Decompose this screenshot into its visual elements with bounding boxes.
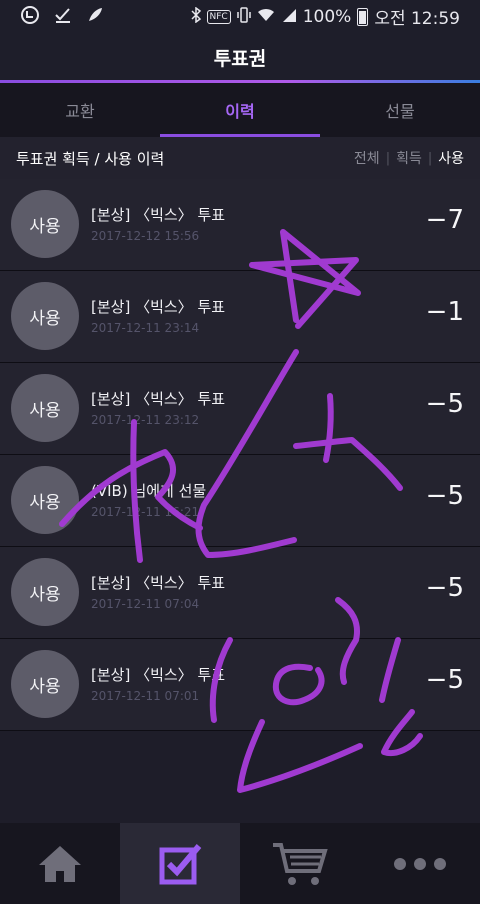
section-title: 투표권 획득 / 사용 이력: [16, 149, 165, 168]
list-item[interactable]: 사용 [본상] 〈빅스〉 투표 2017-12-11 07:01 −5: [0, 639, 480, 731]
nav-more[interactable]: [360, 823, 480, 904]
clock: 오전 12:59: [374, 9, 460, 29]
item-date: 2017-12-12 15:56: [91, 229, 200, 243]
item-date: 2017-12-11 07:04: [91, 597, 200, 611]
usage-badge: 사용: [11, 466, 79, 534]
item-date: 2017-12-11 23:14: [91, 321, 200, 335]
battery-percent: 100%: [302, 6, 352, 27]
list-item[interactable]: 사용 (VIB) 님에게 선물 2017-12-11 16:21 −5: [0, 455, 480, 547]
item-amount: −1: [425, 297, 464, 327]
nav-history[interactable]: [120, 823, 240, 904]
item-amount: −5: [425, 481, 464, 511]
item-title: [본상] 〈빅스〉 투표: [91, 390, 226, 408]
filter-all[interactable]: 전체: [348, 148, 386, 168]
tab-exchange[interactable]: 교환: [0, 83, 160, 137]
item-date: 2017-12-11 16:21: [91, 505, 200, 519]
list-item[interactable]: 사용 [본상] 〈빅스〉 투표 2017-12-12 15:56 −7: [0, 179, 480, 271]
item-title: [본상] 〈빅스〉 투표: [91, 666, 226, 684]
filter-options: 전체 | 획득 | 사용: [348, 148, 480, 168]
check-notification-icon: [54, 7, 72, 27]
cart-icon: [273, 842, 328, 885]
filter-bar: 투표권 획득 / 사용 이력 전체 | 획득 | 사용: [0, 137, 480, 180]
nfc-icon: NFC: [206, 9, 231, 24]
nav-shop[interactable]: [240, 823, 360, 904]
usage-badge: 사용: [11, 558, 79, 626]
tab-gift[interactable]: 선물: [320, 83, 480, 137]
list-item[interactable]: 사용 [본상] 〈빅스〉 투표 2017-12-11 23:12 −5: [0, 363, 480, 455]
item-amount: −5: [425, 665, 464, 695]
item-title: [본상] 〈빅스〉 투표: [91, 574, 226, 592]
item-amount: −5: [425, 389, 464, 419]
item-title: [본상] 〈빅스〉 투표: [91, 298, 226, 316]
bluetooth-icon: [190, 6, 201, 27]
usage-badge: 사용: [11, 282, 79, 350]
fish-notification-icon: [86, 6, 104, 28]
signal-icon: [281, 7, 297, 26]
vibrate-icon: [236, 6, 251, 27]
item-amount: −7: [425, 205, 464, 235]
nav-home[interactable]: [0, 823, 120, 904]
tab-bar: 교환 이력 선물: [0, 83, 480, 137]
item-title: [본상] 〈빅스〉 투표: [91, 206, 226, 224]
usage-badge: 사용: [11, 650, 79, 718]
checklist-icon: [159, 843, 202, 884]
list-item[interactable]: 사용 [본상] 〈빅스〉 투표 2017-12-11 23:14 −1: [0, 271, 480, 363]
item-date: 2017-12-11 23:12: [91, 413, 200, 427]
more-icon: [394, 857, 446, 870]
history-list: 사용 [본상] 〈빅스〉 투표 2017-12-12 15:56 −7 사용 […: [0, 179, 480, 731]
list-empty-area: [0, 731, 480, 823]
wifi-icon: [257, 7, 275, 26]
tab-history[interactable]: 이력: [160, 83, 320, 137]
status-left: [0, 5, 104, 28]
home-icon: [39, 845, 81, 882]
status-bar: NFC 100% 오전 12:59: [0, 0, 480, 33]
app-notification-icon: [20, 5, 40, 28]
filter-acquired[interactable]: 획득: [390, 148, 428, 168]
usage-badge: 사용: [11, 374, 79, 442]
usage-badge: 사용: [11, 190, 79, 258]
filter-used[interactable]: 사용: [432, 148, 470, 168]
item-date: 2017-12-11 07:01: [91, 689, 200, 703]
page-title: 투표권: [213, 48, 267, 70]
list-item[interactable]: 사용 [본상] 〈빅스〉 투표 2017-12-11 07:04 −5: [0, 547, 480, 639]
status-right: NFC 100% 오전 12:59: [190, 4, 480, 29]
item-title: (VIB) 님에게 선물: [91, 482, 207, 500]
battery-icon: [357, 7, 369, 26]
title-bar: 투표권: [0, 33, 480, 82]
bottom-nav: [0, 823, 480, 904]
item-amount: −5: [425, 573, 464, 603]
